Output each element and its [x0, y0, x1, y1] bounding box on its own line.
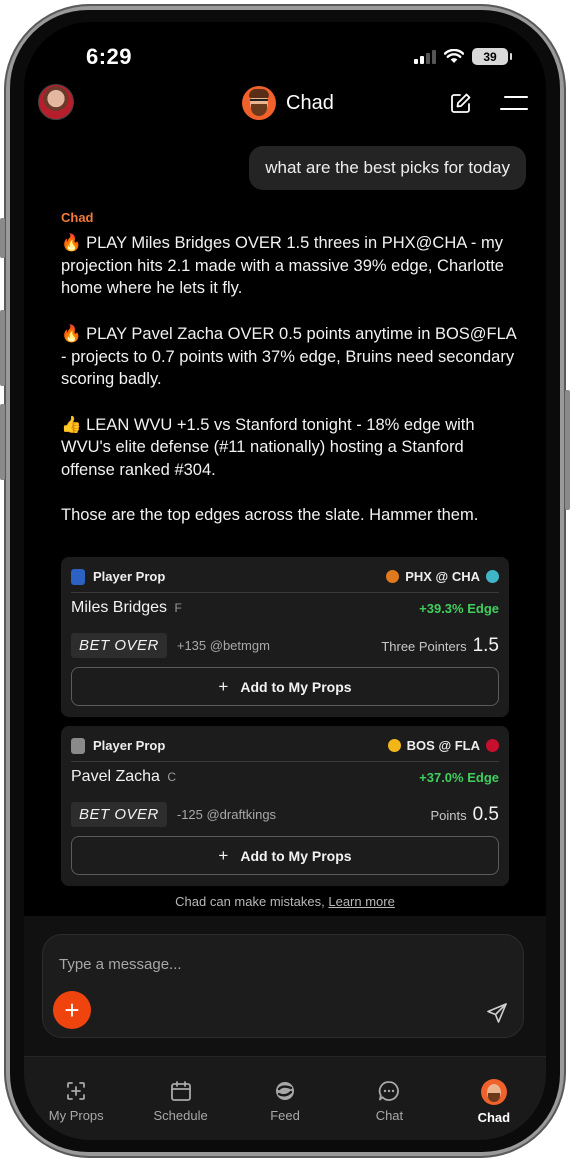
tab-chat[interactable]: Chat — [337, 1057, 441, 1140]
chat-header: Chad — [242, 86, 334, 120]
bet-row: BET OVER -125 @draftkings Points 0.5 — [71, 802, 499, 827]
chat-bubble-icon — [379, 1081, 400, 1101]
player-row: Pavel Zacha C +37.0% Edge — [71, 768, 499, 786]
tab-label: Chad — [477, 1110, 511, 1125]
add-button-label: Add to My Props — [240, 678, 352, 695]
add-to-my-props-button[interactable]: + Add to My Props — [71, 667, 499, 706]
reply-paragraph: Those are the top edges across the slate… — [61, 506, 479, 525]
tab-label: Feed — [270, 1108, 300, 1123]
matchup-label: PHX @ CHA — [405, 569, 480, 584]
feed-logo-icon — [276, 1082, 295, 1100]
bet-row: BET OVER +135 @betmgm Three Pointers 1.5 — [71, 633, 499, 658]
player-row: Miles Bridges F +39.3% Edge — [71, 599, 499, 617]
chat-title: Chad — [286, 91, 334, 114]
side-button-power — [565, 390, 570, 510]
stat-label: Three Pointers — [381, 638, 467, 654]
stat-line: 0.5 — [472, 803, 499, 825]
tab-feed[interactable]: Feed — [233, 1057, 337, 1140]
tab-label: My Props — [48, 1108, 104, 1123]
disclaimer: Chad can make mistakes, Learn more — [24, 894, 546, 909]
message-input[interactable] — [57, 955, 457, 974]
wifi-icon — [444, 49, 464, 63]
edge-value: +39.3% Edge — [419, 600, 499, 616]
player-name: Pavel Zacha — [71, 768, 160, 785]
reply-paragraph: 🔥 PLAY Pavel Zacha OVER 0.5 points anyti… — [61, 324, 516, 389]
add-to-my-props-button[interactable]: + Add to My Props — [71, 836, 499, 875]
reply-paragraph: 👍 LEAN WVU +1.5 vs Stanford tonight - 18… — [61, 415, 475, 479]
tab-my-props[interactable]: My Props — [24, 1057, 128, 1140]
matchup-label: BOS @ FLA — [406, 738, 480, 753]
tab-chad[interactable]: Chad — [442, 1057, 546, 1140]
disclaimer-text: Chad can make mistakes, — [175, 894, 325, 909]
chad-avatar-icon — [480, 1079, 507, 1105]
compose-icon[interactable] — [450, 92, 472, 114]
card-header: Player Prop BOS @ FLA — [71, 736, 499, 762]
bruins-logo-icon — [387, 739, 401, 752]
panthers-logo-icon — [486, 739, 499, 752]
add-square-icon — [67, 1082, 86, 1100]
sender-name: Chad — [61, 210, 94, 225]
card-header: Player Prop PHX @ CHA — [71, 567, 499, 593]
bet-direction-badge: BET OVER — [71, 802, 167, 827]
prop-card: Player Prop BOS @ FLA Pavel Zacha C +37.… — [61, 726, 509, 886]
player-position: C — [167, 770, 177, 784]
edge-value: +37.0% Edge — [419, 769, 499, 785]
calendar-icon — [170, 1081, 191, 1101]
player-name: Miles Bridges — [71, 599, 168, 616]
send-icon[interactable] — [485, 1001, 509, 1025]
hornets-logo-icon — [486, 570, 499, 583]
signal-icon — [414, 49, 436, 64]
tab-label: Schedule — [153, 1108, 208, 1123]
assistant-reply: 🔥 PLAY Miles Bridges OVER 1.5 threes in … — [61, 232, 517, 527]
bet-odds: +135 @betmgm — [176, 638, 270, 653]
add-button-label: Add to My Props — [240, 847, 352, 864]
composer-box: + — [42, 934, 524, 1038]
plus-icon: + — [218, 676, 229, 696]
battery-indicator: 39 — [472, 48, 512, 65]
suns-logo-icon — [386, 570, 400, 583]
reply-paragraph: 🔥 PLAY Miles Bridges OVER 1.5 threes in … — [61, 234, 504, 298]
side-button-volume-down — [0, 404, 5, 480]
plus-icon: + — [218, 845, 229, 865]
prop-type-label: Player Prop — [93, 569, 166, 584]
user-avatar[interactable] — [38, 84, 74, 120]
nba-logo-icon — [71, 568, 85, 585]
screen: 6:29 39 Chad what are the best picks for… — [24, 22, 546, 1140]
bet-odds: -125 @draftkings — [176, 807, 277, 822]
menu-icon[interactable] — [500, 96, 528, 110]
stat-label: Points — [430, 807, 467, 823]
learn-more-link[interactable]: Learn more — [328, 894, 394, 909]
player-position: F — [174, 601, 182, 615]
tab-schedule[interactable]: Schedule — [128, 1057, 232, 1140]
user-message-bubble: what are the best picks for today — [249, 146, 526, 190]
prop-card: Player Prop PHX @ CHA Miles Bridges F +3… — [61, 557, 509, 717]
bet-direction-badge: BET OVER — [71, 633, 167, 658]
status-time: 6:29 — [86, 44, 133, 69]
side-button-action — [0, 218, 5, 258]
chad-avatar-icon — [242, 86, 276, 120]
tab-bar: My Props Schedule Feed Chat Chad — [24, 1056, 546, 1140]
stat-line: 1.5 — [472, 634, 499, 656]
side-button-volume-up — [0, 310, 5, 386]
tab-label: Chat — [375, 1108, 404, 1123]
composer-area: + — [24, 916, 546, 1056]
prop-type-label: Player Prop — [93, 738, 166, 753]
nhl-logo-icon — [71, 737, 85, 754]
status-icons: 39 — [414, 48, 512, 65]
attach-plus-button[interactable]: + — [53, 991, 91, 1029]
